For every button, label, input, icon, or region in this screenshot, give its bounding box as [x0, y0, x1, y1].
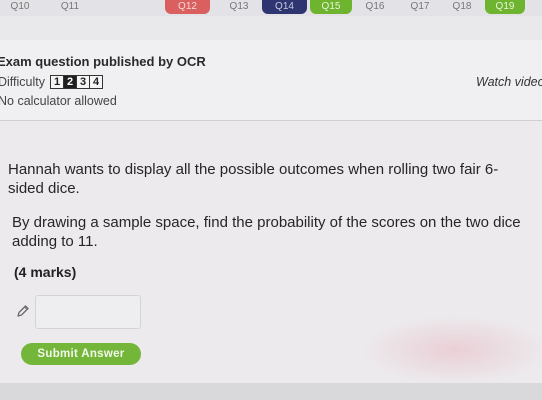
tab-q16[interactable]: Q16: [355, 0, 395, 14]
difficulty-level-4: 4: [89, 75, 104, 89]
pencil-icon: [17, 305, 29, 317]
difficulty-levels: 1 2 3 4: [50, 75, 104, 89]
answer-input[interactable]: [35, 295, 141, 329]
watch-video-link[interactable]: Watch video: [476, 75, 542, 89]
difficulty-level-2: 2: [63, 75, 78, 89]
question-paragraph-1: Hannah wants to display all the possible…: [8, 161, 499, 197]
difficulty-level-1: 1: [50, 75, 65, 89]
exam-source-text: Exam question published by OCR: [0, 54, 206, 69]
question-paragraph-2: By drawing a sample space, find the prob…: [12, 214, 521, 250]
question-tab-bar: Q10 Q11 Q12 Q13 Q14 Q15 Q16 Q17 Q18 Q19: [0, 0, 542, 16]
difficulty-row: Difficulty 1 2 3 4: [0, 75, 104, 89]
tab-q17[interactable]: Q17: [400, 0, 440, 14]
tab-q10[interactable]: Q10: [0, 0, 40, 14]
tab-q19[interactable]: Q19: [485, 0, 525, 14]
tab-q15[interactable]: Q15: [310, 0, 352, 14]
tab-q12[interactable]: Q12: [165, 0, 210, 14]
tab-q11[interactable]: Q11: [50, 0, 90, 14]
tab-q14[interactable]: Q14: [262, 0, 307, 14]
tab-q18[interactable]: Q18: [442, 0, 482, 14]
difficulty-label: Difficulty: [0, 75, 46, 89]
calculator-note: No calculator allowed: [0, 94, 117, 108]
submit-answer-button[interactable]: Submit Answer: [21, 343, 141, 365]
background-glow: [360, 315, 542, 385]
difficulty-level-3: 3: [76, 75, 91, 89]
footer-band: [0, 383, 542, 400]
tab-q13[interactable]: Q13: [218, 0, 260, 14]
marks-label: (4 marks): [14, 264, 77, 280]
